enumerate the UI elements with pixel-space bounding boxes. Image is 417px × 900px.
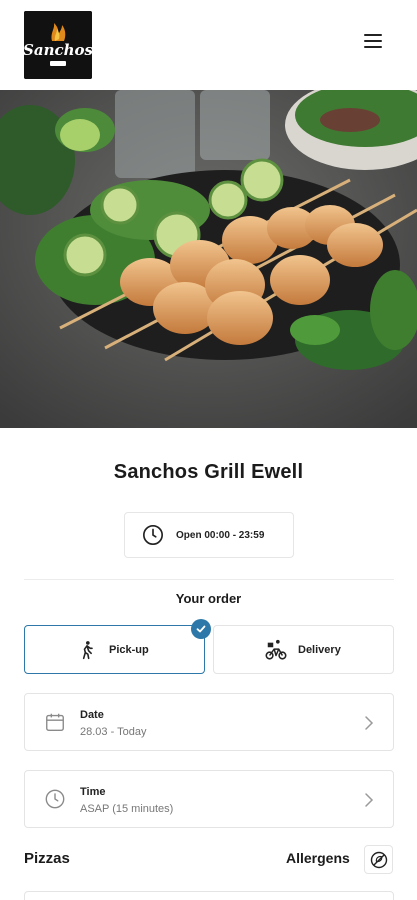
svg-text:Sanchos: Sanchos (24, 41, 92, 59)
brand-logo[interactable]: Sanchos (24, 11, 92, 79)
chevron-right-icon (365, 716, 374, 730)
clock-icon (45, 789, 65, 809)
chevron-right-icon (365, 793, 374, 807)
restaurant-name: Sanchos Grill Ewell (113, 461, 304, 483)
pickup-label: Pick-up (109, 643, 149, 656)
pickup-option-button[interactable]: Pick-up (24, 619, 211, 674)
order-heading: Your order (175, 591, 242, 606)
bicycle-courier-icon (265, 639, 287, 660)
app-header: Sanchos (0, 0, 417, 90)
delivery-option-button[interactable]: Delivery (213, 625, 394, 674)
date-value: 28.03 - Today (80, 726, 147, 738)
opening-hours: Open 00:00 - 23:59 (124, 512, 294, 558)
hero-image (0, 90, 417, 428)
menu-item-card[interactable] (24, 891, 394, 900)
divider (24, 579, 394, 580)
no-allergen-icon[interactable] (364, 845, 393, 874)
date-title: Date (80, 709, 104, 721)
walking-person-icon (82, 640, 93, 659)
selected-check-icon (191, 619, 211, 639)
hamburger-menu-icon[interactable] (364, 34, 392, 58)
menu-category-title: Pizzas (24, 850, 70, 867)
time-title: Time (80, 786, 106, 798)
delivery-label: Delivery (298, 643, 341, 656)
time-selector[interactable]: Time ASAP (15 minutes) (24, 770, 394, 828)
calendar-icon (46, 713, 64, 731)
time-value: ASAP (15 minutes) (80, 803, 174, 815)
clock-icon (143, 525, 163, 545)
date-selector[interactable]: Date 28.03 - Today (24, 693, 394, 751)
allergens-link[interactable]: Allergens (286, 850, 350, 866)
opening-hours-text: Open 00:00 - 23:59 (176, 529, 265, 541)
